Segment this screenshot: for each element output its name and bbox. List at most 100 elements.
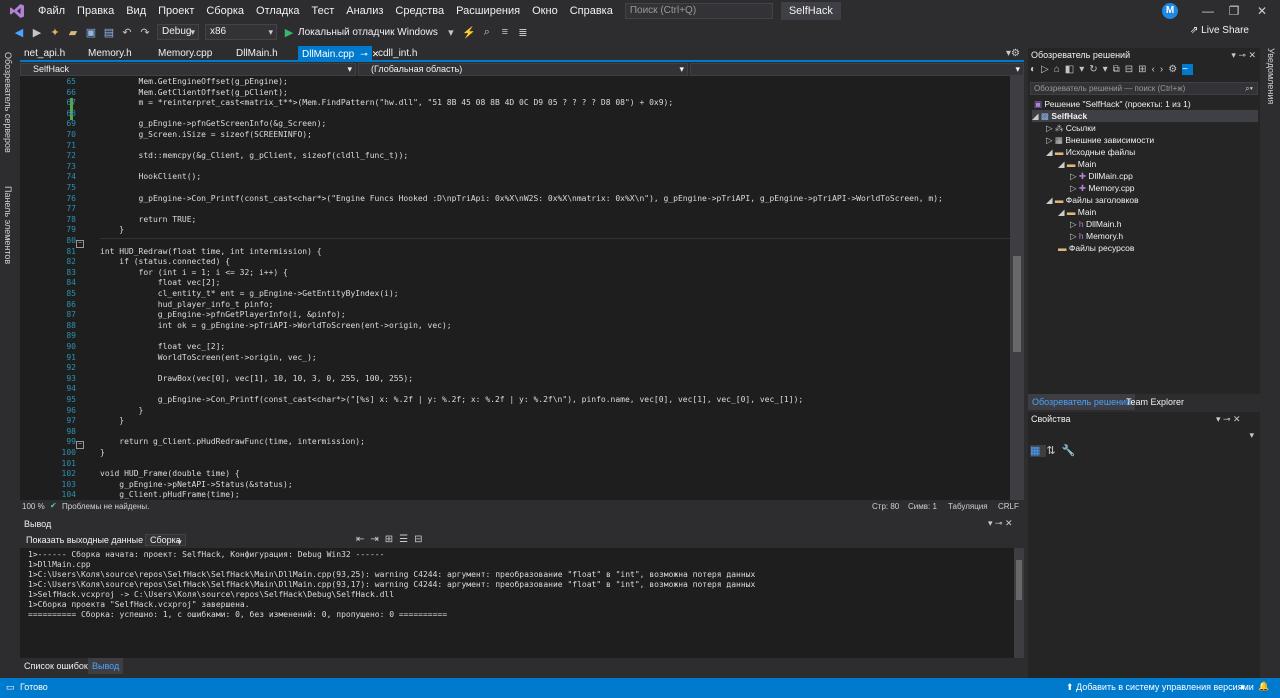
visual-studio-logo-icon[interactable]	[6, 0, 28, 22]
code-line[interactable]: 78 return TRUE;	[20, 215, 1010, 226]
code-line[interactable]: 84 float vec[2];	[20, 278, 1010, 289]
code-line[interactable]: 103 g_pEngine->pNetAPI->Status(&status);	[20, 480, 1010, 491]
menu-analyze[interactable]: Анализ	[340, 0, 389, 22]
tab-memory-cpp[interactable]: Memory.cpp	[154, 46, 230, 62]
tree-file-dllmain-cpp[interactable]: ▷ ✚ DllMain.cpp	[1070, 170, 1133, 182]
menu-test[interactable]: Тест	[306, 0, 341, 22]
tree-external-deps[interactable]: ▷ ▦ Внешние зависимости	[1046, 134, 1154, 146]
zoom-level[interactable]: 100 %	[22, 502, 45, 511]
code-line[interactable]: 72 std::memcpy(&g_Client, g_pClient, siz…	[20, 151, 1010, 162]
code-line[interactable]: 92	[20, 363, 1010, 374]
tree-solution[interactable]: ▣ Решение "SelfHack" (проекты: 1 из 1)	[1034, 98, 1191, 110]
code-line[interactable]: 96 }	[20, 406, 1010, 417]
notifications-bell-icon[interactable]: 🔔	[1258, 681, 1269, 692]
code-line[interactable]: 86 hud_player_info_t pinfo;	[20, 300, 1010, 311]
tree-source-main[interactable]: ◢ ▬ Main	[1058, 158, 1096, 170]
back-icon[interactable]: ◀	[12, 25, 26, 39]
panel-controls-icon[interactable]: ▾ ⊸ ✕	[1216, 414, 1241, 425]
menu-tools[interactable]: Средства	[389, 0, 450, 22]
code-line[interactable]: 76 g_pEngine->Con_Printf(const_cast<char…	[20, 194, 1010, 205]
code-line[interactable]: 102 void HUD_Frame(double time) {	[20, 469, 1010, 480]
categorized-icon[interactable]: ▦	[1030, 445, 1047, 457]
code-line[interactable]: 97 }	[20, 416, 1010, 427]
tab-error-list[interactable]: Список ошибок	[24, 661, 88, 671]
code-line[interactable]: 89	[20, 331, 1010, 342]
undo-icon[interactable]: ↶	[120, 25, 134, 39]
tree-source-files[interactable]: ◢ ▬ Исходные файлы	[1046, 146, 1135, 158]
output-source-select[interactable]: Сборка	[145, 534, 186, 546]
find-icon[interactable]: ⌕	[480, 25, 494, 39]
tree-references[interactable]: ▷ ⁂ Ссылки	[1046, 122, 1096, 134]
search-icon[interactable]: ⌕▾	[1245, 83, 1253, 94]
code-line[interactable]: 68	[20, 109, 1010, 120]
comment-icon[interactable]: ≡	[498, 25, 512, 39]
code-line[interactable]: 94	[20, 384, 1010, 395]
code-line[interactable]: 87 g_pEngine->pfnGetPlayerInfo(i, &pinfo…	[20, 310, 1010, 321]
code-line[interactable]: 75	[20, 183, 1010, 194]
code-line[interactable]: 73	[20, 162, 1010, 173]
output-window-controls-icon[interactable]: ▾ ⊸ ✕	[988, 518, 1013, 529]
code-line[interactable]: 79 }	[20, 225, 1010, 236]
tree-header-files[interactable]: ◢ ▬ Файлы заголовков	[1046, 194, 1139, 206]
property-pages-icon[interactable]: 🔧	[1062, 445, 1082, 457]
redo-icon[interactable]: ↷	[138, 25, 152, 39]
code-line[interactable]: 91 WorldToScreen(ent->origin, vec_);	[20, 353, 1010, 364]
open-folder-icon[interactable]: ▰	[66, 25, 80, 39]
tree-resource-files[interactable]: ▬ Файлы ресурсов	[1058, 242, 1134, 254]
pin-icon[interactable]: ⊸	[360, 49, 368, 59]
tab-overflow-icon[interactable]: ▾⚙	[1002, 46, 1022, 62]
menu-debug[interactable]: Отладка	[250, 0, 305, 22]
code-line[interactable]: 93 DrawBox(vec[0], vec[1], 10, 10, 3, 0,…	[20, 374, 1010, 385]
menu-project[interactable]: Проект	[152, 0, 200, 22]
forward-icon[interactable]: ▶	[30, 25, 44, 39]
toolbox-tab[interactable]: Панель элементов	[3, 186, 13, 264]
tab-memory-h[interactable]: Memory.h	[84, 46, 152, 62]
uncomment-icon[interactable]: ≣	[516, 25, 530, 39]
code-line[interactable]: 65 Mem.GetEngineOffset(g_pEngine);	[20, 77, 1010, 88]
quick-launch-search[interactable]: Поиск (Ctrl+Q)	[624, 3, 773, 19]
vcs-dropdown-icon[interactable]: ▴	[1240, 681, 1245, 692]
tree-file-memory-h[interactable]: ▷ h Memory.h	[1070, 230, 1123, 242]
tab-team-explorer[interactable]: Team Explorer	[1126, 394, 1184, 410]
code-line[interactable]: 90 float vec_[2];	[20, 342, 1010, 353]
tab-output[interactable]: Вывод	[88, 658, 124, 674]
code-line[interactable]: 74 HookClient();	[20, 172, 1010, 183]
tabs-mode[interactable]: Табуляция	[948, 502, 988, 511]
code-line[interactable]: 69 g_pEngine->pfnGetScreenInfo(&g_Screen…	[20, 119, 1010, 130]
tree-project[interactable]: ◢ ▩ SelfHack	[1032, 110, 1258, 122]
new-project-icon[interactable]: ✦	[48, 25, 62, 39]
server-explorer-tab[interactable]: Обозреватель серверов	[3, 52, 13, 153]
menu-edit[interactable]: Правка	[71, 0, 120, 22]
tab-dllmain-h[interactable]: DllMain.h	[232, 46, 298, 62]
menu-window[interactable]: Окно	[526, 0, 564, 22]
tab-dllmain-cpp[interactable]: DllMain.cpp ⊸ ✕	[298, 46, 379, 62]
tree-file-memory-cpp[interactable]: ▷ ✚ Memory.cpp	[1070, 182, 1135, 194]
output-scrollbar[interactable]	[1014, 548, 1024, 658]
tab-cdll-int-h[interactable]: cdll_int.h	[374, 46, 444, 62]
menu-file[interactable]: Файл	[32, 0, 71, 22]
menu-build[interactable]: Сборка	[200, 0, 250, 22]
output-scrollbar-thumb[interactable]	[1016, 560, 1022, 600]
notifications-tab[interactable]: Уведомления	[1266, 48, 1276, 104]
tab-net-api-h[interactable]: net_api.h	[20, 46, 84, 62]
global-scope-select[interactable]: (Глобальная область) ▾	[358, 63, 688, 76]
platform-select[interactable]: x86	[205, 24, 277, 40]
code-line[interactable]: 104 g_Client.pHudFrame(time);	[20, 490, 1010, 500]
editor-scrollbar[interactable]	[1010, 76, 1024, 500]
output-text-area[interactable]: 1>------ Сборка начата: проект: SelfHack…	[20, 548, 1014, 658]
tree-header-main[interactable]: ◢ ▬ Main	[1058, 206, 1096, 218]
close-icon[interactable]: ✕	[1244, 0, 1280, 22]
dropdown-arrow-icon[interactable]: ▾	[444, 25, 458, 39]
code-line[interactable]: 67 m = *reinterpret_cast<matrix_t**>(Mem…	[20, 98, 1010, 109]
save-icon[interactable]: ▣	[84, 25, 98, 39]
code-line[interactable]: 80	[20, 236, 1010, 247]
code-line[interactable]: 88 int ok = g_pEngine->pTriAPI->WorldToS…	[20, 321, 1010, 332]
browser-link-icon[interactable]: ⚡	[462, 25, 476, 39]
code-line[interactable]: 99 return g_Client.pHudRedrawFunc(time, …	[20, 437, 1010, 448]
panel-controls-icon[interactable]: ▾ ⊸ ✕	[1231, 48, 1256, 62]
account-avatar[interactable]: M	[1162, 3, 1178, 19]
code-line[interactable]: 77	[20, 204, 1010, 215]
code-line[interactable]: 81 int HUD_Redraw(float time, int intermi…	[20, 247, 1010, 258]
code-line[interactable]: 101	[20, 459, 1010, 470]
solution-explorer-toolbar[interactable]: ◐▷⌂◧▾↻▾⧉⊟⊞‹›⚙−	[1030, 64, 1258, 80]
